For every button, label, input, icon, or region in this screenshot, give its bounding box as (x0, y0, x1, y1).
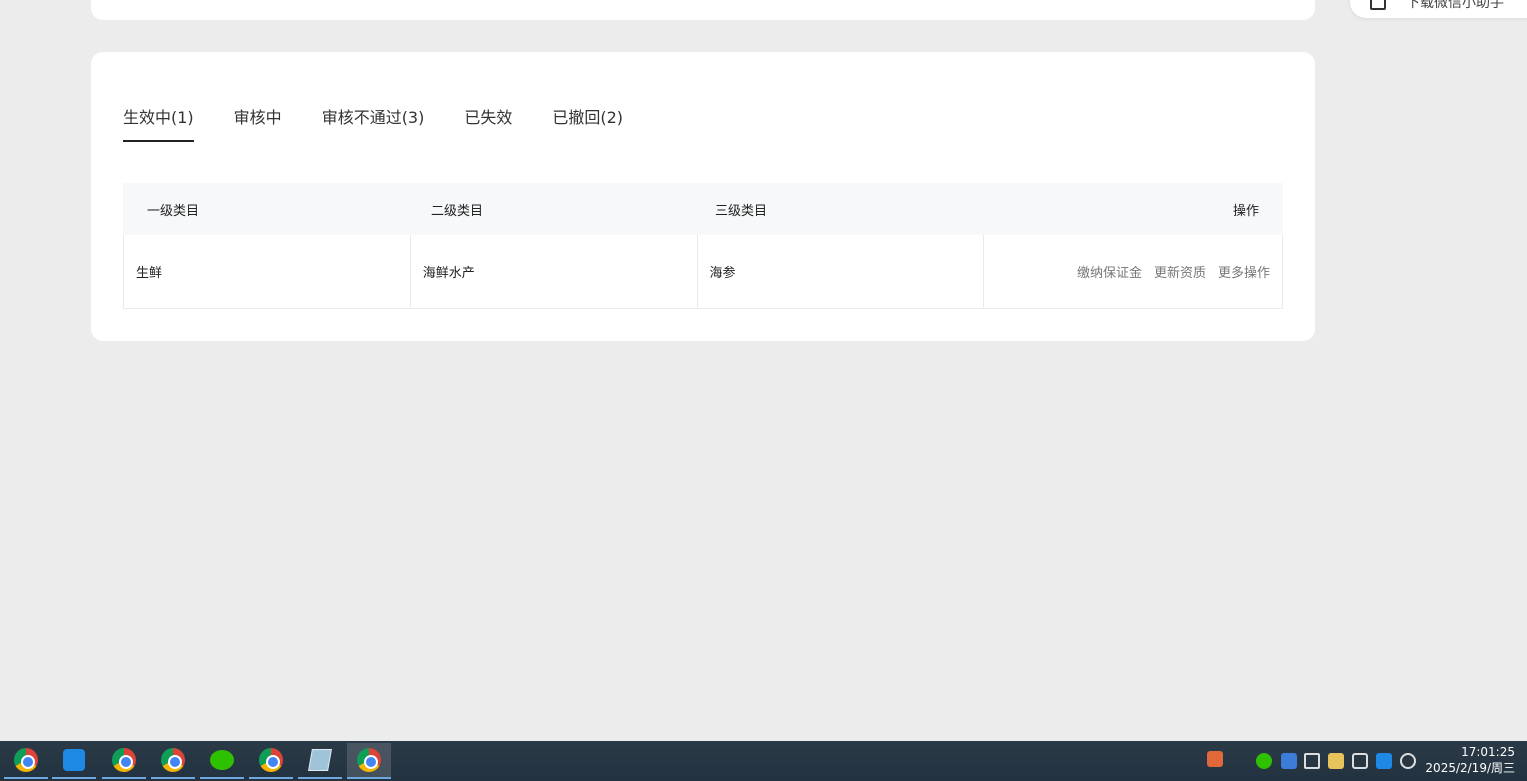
taskbar: 17:01:25 2025/2/19/周三 (0, 741, 1527, 781)
taskbar-chrome-1[interactable] (4, 743, 48, 779)
chrome-icon (357, 748, 381, 772)
cell-actions: 缴纳保证金 更新资质 更多操作 (984, 235, 1282, 308)
side-panel-text: 下载微信小助手 (1406, 0, 1504, 11)
side-panel[interactable]: 下载微信小助手 (1350, 0, 1527, 18)
cell-level1: 生鲜 (124, 235, 411, 308)
top-card (91, 0, 1315, 20)
tab-effective[interactable]: 生效中(1) (123, 104, 194, 142)
update-qualification-link[interactable]: 更新资质 (1154, 262, 1206, 281)
chrome-icon (259, 748, 283, 772)
clock-time: 17:01:25 (1461, 745, 1515, 759)
tab-rejected[interactable]: 审核不通过(3) (322, 104, 425, 142)
cell-level3: 海参 (698, 235, 985, 308)
tab-expired[interactable]: 已失效 (464, 104, 512, 142)
chrome-icon (161, 748, 185, 772)
wechat-tray-icon[interactable] (1256, 753, 1272, 769)
tray-status-icon[interactable] (1400, 753, 1416, 769)
cell-level2: 海鲜水产 (411, 235, 698, 308)
header-level1: 一级类目 (147, 203, 200, 219)
chrome-icon (112, 748, 136, 772)
taskbar-chrome-4[interactable] (249, 743, 293, 779)
taskbar-chrome-5[interactable] (347, 743, 391, 779)
header-level2: 二级类目 (431, 203, 484, 219)
main-card: 生效中(1) 审核中 审核不通过(3) 已失效 已撤回(2) 一级类目 二级类目… (91, 52, 1315, 341)
tray-app-icon[interactable] (1281, 753, 1297, 769)
clock-date: 2025/2/19/周三 (1425, 761, 1515, 775)
tab-withdrawn[interactable]: 已撤回(2) (552, 104, 623, 142)
folder-icon[interactable] (1328, 753, 1344, 769)
taskbar-app[interactable] (52, 743, 96, 779)
category-table: 一级类目 二级类目 三级类目 操作 生鲜 海鲜水产 海参 缴纳保证金 更新资质 … (123, 183, 1283, 309)
taskbar-wechat[interactable] (200, 743, 244, 779)
table-row: 生鲜 海鲜水产 海参 缴纳保证金 更新资质 更多操作 (123, 235, 1283, 309)
taskbar-notepad[interactable] (298, 743, 342, 779)
header-actions: 操作 (1232, 203, 1259, 219)
tab-reviewing[interactable]: 审核中 (234, 104, 282, 142)
volume-icon[interactable] (1304, 753, 1320, 769)
table-header: 一级类目 二级类目 三级类目 操作 (123, 183, 1283, 235)
notepad-icon (308, 749, 332, 771)
tab-bar: 生效中(1) 审核中 审核不通过(3) 已失效 已撤回(2) (123, 104, 663, 142)
input-method-icon[interactable] (1207, 751, 1223, 767)
tray-app2-icon[interactable] (1376, 753, 1392, 769)
download-icon (1370, 0, 1386, 10)
taskbar-chrome-3[interactable] (151, 743, 195, 779)
header-level3: 三级类目 (715, 203, 768, 219)
network-icon[interactable] (1352, 753, 1368, 769)
app-icon (63, 749, 85, 771)
pay-deposit-link[interactable]: 缴纳保证金 (1077, 262, 1142, 281)
taskbar-chrome-2[interactable] (102, 743, 146, 779)
more-actions-link[interactable]: 更多操作 (1218, 262, 1270, 281)
taskbar-clock[interactable]: 17:01:25 2025/2/19/周三 (1425, 744, 1515, 776)
wechat-icon (210, 750, 234, 770)
chrome-icon (14, 748, 38, 772)
